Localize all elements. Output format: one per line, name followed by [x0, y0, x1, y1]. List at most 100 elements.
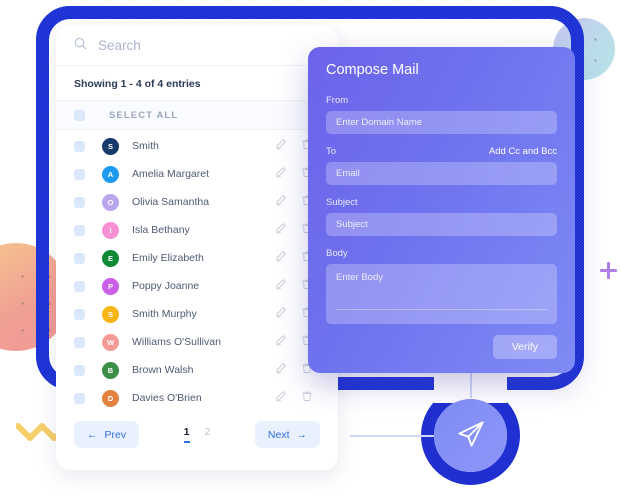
edit-icon	[275, 305, 287, 323]
body-divider	[336, 309, 547, 310]
select-all-row[interactable]: SELECT ALL	[56, 100, 338, 130]
subject-label: Subject	[326, 197, 358, 208]
edit-button[interactable]	[268, 305, 294, 323]
edit-icon	[275, 193, 287, 211]
avatar: S	[102, 137, 119, 155]
contact-name: Olivia Samantha	[132, 196, 210, 208]
to-label-row: To Add Cc and Bcc	[326, 146, 557, 157]
contact-name: Williams O'Sullivan	[132, 336, 221, 348]
prev-page-button[interactable]: ← Prev	[74, 421, 140, 448]
edit-icon	[275, 361, 287, 379]
edit-button[interactable]	[268, 165, 294, 183]
row-checkbox[interactable]	[74, 140, 85, 152]
contact-name: Brown Walsh	[132, 364, 194, 376]
from-input[interactable]: Enter Domain Name	[326, 111, 557, 134]
row-checkbox[interactable]	[74, 224, 85, 236]
avatar: W	[102, 333, 119, 351]
edit-button[interactable]	[268, 333, 294, 351]
paper-plane-icon	[454, 416, 488, 455]
table-row[interactable]: E Emily Elizabeth	[56, 244, 338, 272]
trash-icon	[301, 389, 313, 407]
edit-icon	[275, 221, 287, 239]
row-checkbox[interactable]	[74, 280, 85, 292]
plus-icon	[600, 262, 617, 279]
page-number-list: 12	[139, 426, 255, 443]
row-checkbox[interactable]	[74, 336, 85, 348]
to-placeholder: Email	[336, 168, 360, 179]
edit-button[interactable]	[268, 249, 294, 267]
edit-button[interactable]	[268, 221, 294, 239]
body-label-row: Body	[326, 248, 557, 259]
subject-placeholder: Subject	[336, 219, 368, 230]
page-number[interactable]: 2	[205, 426, 211, 441]
delete-button[interactable]	[294, 389, 320, 407]
row-checkbox[interactable]	[74, 392, 85, 404]
next-page-button[interactable]: Next →	[254, 421, 320, 448]
edit-button[interactable]	[268, 137, 294, 155]
compose-mail-panel: Compose Mail From Enter Domain Name To A…	[308, 47, 575, 373]
subject-label-row: Subject	[326, 197, 557, 208]
search-bar[interactable]: Search	[56, 26, 338, 66]
row-checkbox[interactable]	[74, 364, 85, 376]
connector-line-horizontal	[350, 435, 442, 437]
next-page-label: Next	[267, 428, 290, 441]
contact-name: Emily Elizabeth	[132, 252, 204, 264]
row-checkbox[interactable]	[74, 168, 85, 180]
from-placeholder: Enter Domain Name	[336, 117, 423, 128]
screenshot-stage: Search Showing 1 - 4 of 4 entries SELECT…	[0, 0, 621, 501]
row-checkbox[interactable]	[74, 252, 85, 264]
table-row[interactable]: A Amelia Margaret	[56, 160, 338, 188]
table-row[interactable]: P Poppy Joanne	[56, 272, 338, 300]
select-all-checkbox[interactable]	[74, 109, 85, 121]
edit-button[interactable]	[268, 389, 294, 407]
verify-button[interactable]: Verify	[492, 335, 557, 359]
from-label-row: From	[326, 95, 557, 106]
table-row[interactable]: B Brown Walsh	[56, 356, 338, 384]
avatar: I	[102, 221, 119, 239]
table-row[interactable]: W Williams O'Sullivan	[56, 328, 338, 356]
avatar: B	[102, 361, 119, 379]
edit-icon	[275, 333, 287, 351]
table-row[interactable]: S Smith	[56, 132, 338, 160]
to-input[interactable]: Email	[326, 162, 557, 185]
to-label: To	[326, 146, 337, 157]
row-checkbox[interactable]	[74, 308, 85, 320]
select-all-label: SELECT ALL	[109, 109, 179, 121]
avatar: O	[102, 193, 119, 211]
contacts-list: S Smith A Amelia Margaret O Olivia Samantha I I…	[56, 130, 338, 412]
send-badge[interactable]	[434, 399, 507, 472]
table-row[interactable]: O Olivia Samantha	[56, 188, 338, 216]
body-textarea[interactable]: Enter Body	[326, 264, 557, 324]
contact-name: Poppy Joanne	[132, 280, 200, 292]
compose-title: Compose Mail	[326, 62, 419, 78]
arrow-left-icon: ←	[87, 428, 98, 441]
entries-summary: Showing 1 - 4 of 4 entries	[74, 78, 201, 90]
avatar: E	[102, 249, 119, 267]
contacts-card: Search Showing 1 - 4 of 4 entries SELECT…	[56, 26, 338, 470]
row-checkbox[interactable]	[74, 196, 85, 208]
contact-name: Isla Bethany	[132, 224, 190, 236]
edit-icon	[275, 277, 287, 295]
subject-input[interactable]: Subject	[326, 213, 557, 236]
table-row[interactable]: D Davies O'Brien	[56, 384, 338, 412]
contact-name: Smith Murphy	[132, 308, 197, 320]
contact-name: Amelia Margaret	[132, 168, 210, 180]
edit-icon	[275, 249, 287, 267]
edit-icon	[275, 165, 287, 183]
search-icon	[74, 37, 87, 55]
edit-button[interactable]	[268, 361, 294, 379]
table-row[interactable]: I Isla Bethany	[56, 216, 338, 244]
page-number[interactable]: 1	[183, 426, 190, 443]
connector-line-vertical	[470, 372, 472, 398]
search-input[interactable]: Search	[98, 38, 141, 53]
table-row[interactable]: S Smith Murphy	[56, 300, 338, 328]
edit-button[interactable]	[268, 193, 294, 211]
edit-button[interactable]	[268, 277, 294, 295]
contact-name: Davies O'Brien	[132, 392, 202, 404]
avatar: A	[102, 165, 119, 183]
contact-name: Smith	[132, 140, 159, 152]
body-placeholder: Enter Body	[336, 272, 383, 283]
add-cc-bcc-link[interactable]: Add Cc and Bcc	[489, 146, 557, 157]
prev-page-label: Prev	[104, 428, 127, 441]
avatar: P	[102, 277, 119, 295]
